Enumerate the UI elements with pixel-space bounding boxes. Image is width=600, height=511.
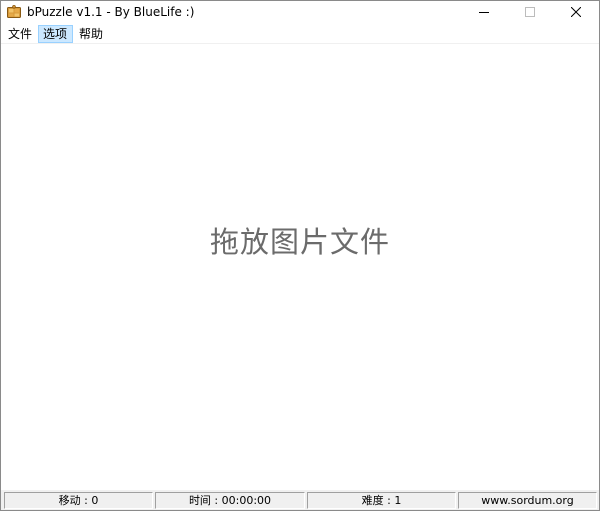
maximize-icon: [525, 6, 535, 20]
status-bar: 移动 : 0 时间 : 00:00:00 难度 : 1 www.sordum.o…: [1, 490, 599, 510]
status-time: 时间 : 00:00:00: [155, 492, 305, 509]
drop-hint-text: 拖放图片文件: [209, 225, 390, 259]
window-title: bPuzzle v1.1 - By BlueLife :): [27, 5, 195, 19]
menu-options[interactable]: 选项: [38, 25, 73, 43]
close-button[interactable]: [553, 1, 599, 25]
status-website[interactable]: www.sordum.org: [458, 492, 597, 509]
menu-help[interactable]: 帮助: [74, 25, 108, 43]
minimize-icon: [479, 6, 489, 20]
image-drop-area[interactable]: 拖放图片文件: [1, 44, 599, 490]
app-window: bPuzzle v1.1 - By BlueLife :) 文件 选项 帮助 拖…: [0, 0, 600, 511]
status-moves: 移动 : 0: [4, 492, 153, 509]
title-bar[interactable]: bPuzzle v1.1 - By BlueLife :): [1, 1, 599, 25]
maximize-button[interactable]: [507, 1, 553, 25]
puzzle-icon: [7, 4, 21, 19]
menu-bar: 文件 选项 帮助: [1, 25, 599, 44]
menu-file[interactable]: 文件: [3, 25, 37, 43]
minimize-button[interactable]: [461, 1, 507, 25]
status-difficulty: 难度 : 1: [307, 492, 456, 509]
close-icon: [570, 6, 582, 20]
